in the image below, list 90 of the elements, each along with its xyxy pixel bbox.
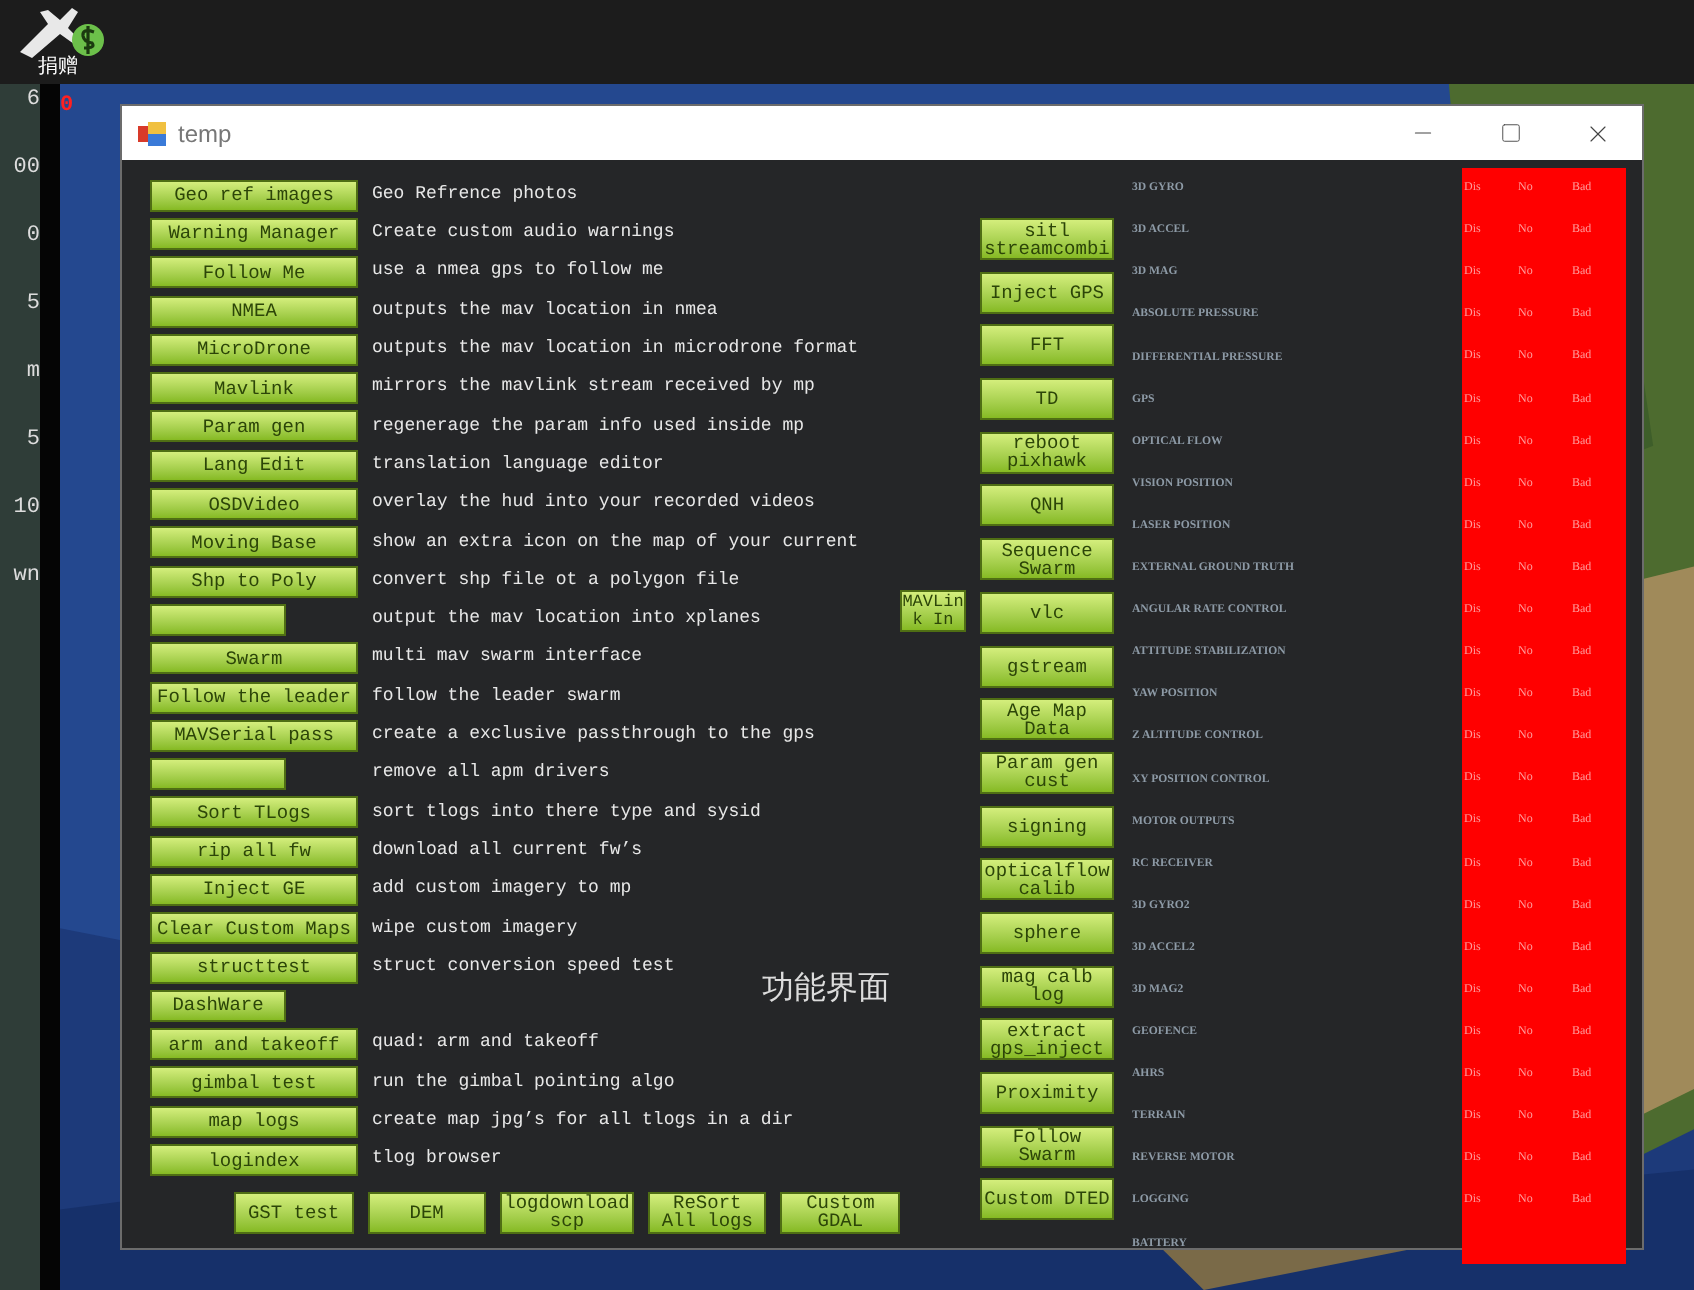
- tool-description: mirrors the mavlink stream received by mp: [372, 374, 815, 401]
- tool-description: convert shp file ot a polygon file: [372, 567, 740, 594]
- hud-reading: 10: [13, 496, 40, 520]
- tool-description: download all current fw’s: [372, 837, 643, 864]
- tool-button[interactable]: logdownload scp: [500, 1191, 634, 1234]
- tool-button[interactable]: gimbal test: [150, 1066, 358, 1099]
- tool-description: follow the leader swarm: [372, 683, 621, 710]
- tool-button[interactable]: reboot pixhawk: [980, 431, 1114, 474]
- tool-button[interactable]: NMEA: [150, 295, 358, 328]
- tool-button[interactable]: extract gps_inject: [980, 1018, 1114, 1061]
- tool-description: outputs the mav location in nmea: [372, 297, 718, 324]
- tool-button[interactable]: OSDVideo: [150, 488, 358, 521]
- tool-description: outputs the mav location in microdrone format: [372, 336, 859, 363]
- tool-button[interactable]: Lang Edit: [150, 449, 358, 482]
- hud-reading: 5: [26, 428, 40, 452]
- tool-button[interactable]: Custom DTED: [980, 1178, 1114, 1221]
- tool-button[interactable]: Custom GDAL: [780, 1191, 900, 1234]
- tool-button[interactable]: DEM: [367, 1191, 487, 1234]
- tool-description: use a nmea gps to follow me: [372, 258, 664, 285]
- tool-button[interactable]: Inject GPS: [980, 271, 1114, 314]
- tool-button[interactable]: Param gen cust: [980, 751, 1114, 794]
- tool-button[interactable]: mag calb log: [980, 965, 1114, 1008]
- hud-reading: 0: [26, 224, 40, 248]
- tool-button[interactable]: Age Map Data: [980, 698, 1114, 741]
- tool-button[interactable]: DashWare: [150, 989, 286, 1022]
- tool-button[interactable]: TD: [980, 378, 1114, 421]
- tool-description: output the mav location into xplanes: [372, 606, 761, 633]
- tool-description: translation language editor: [372, 451, 664, 478]
- hud-reading: 6: [26, 88, 40, 112]
- tool-description: multi mav swarm interface: [372, 644, 643, 671]
- tool-button[interactable]: MAVSerial pass: [150, 719, 358, 752]
- tool-description: tlog browser: [372, 1146, 502, 1173]
- maximize-icon: [1499, 122, 1521, 144]
- tool-button[interactable]: sitl streamcombi: [980, 218, 1114, 260]
- tool-button[interactable]: Follow Swarm: [980, 1125, 1114, 1168]
- tool-button[interactable]: gstream: [980, 645, 1114, 687]
- tool-button[interactable]: logindex: [150, 1144, 358, 1177]
- tool-button[interactable]: arm and takeoff: [150, 1028, 358, 1061]
- tool-button[interactable]: Follow Me: [150, 256, 358, 289]
- tool-button[interactable]: map logs: [150, 1105, 358, 1138]
- tool-button[interactable]: signing: [980, 805, 1114, 848]
- tool-button[interactable]: Mavlink: [150, 372, 358, 405]
- tool-button[interactable]: Proximity: [980, 1072, 1114, 1114]
- tool-button[interactable]: Follow the leader: [150, 681, 358, 713]
- tool-description: create map jpg’s for all tlogs in a dir: [372, 1108, 794, 1135]
- tool-button[interactable]: Shp to Poly: [150, 565, 358, 598]
- tool-description: Geo Refrence photos: [372, 181, 578, 208]
- tool-button[interactable]: QNH: [980, 484, 1114, 527]
- tool-button[interactable]: MicroDrone: [150, 333, 358, 366]
- tool-button[interactable]: Sort TLogs: [150, 796, 358, 829]
- hud-reading: 5: [26, 292, 40, 316]
- tool-description: show an extra icon on the map of your current: [372, 529, 859, 556]
- caption: 功能界面: [762, 966, 890, 1010]
- hud-value: 0: [60, 94, 74, 118]
- tool-description: wipe custom imagery: [372, 915, 578, 942]
- tool-button[interactable]: sphere: [980, 911, 1114, 954]
- window-title: temp: [178, 117, 232, 151]
- hud-reading: 00: [13, 156, 40, 180]
- tool-button[interactable]: ReSort All logs: [647, 1191, 767, 1234]
- tool-button[interactable]: Param gen: [150, 410, 358, 443]
- tool-description: run the gimbal pointing algo: [372, 1069, 675, 1096]
- app-icon: [138, 121, 166, 145]
- tool-button[interactable]: rip all fw: [150, 835, 358, 868]
- tool-button[interactable]: FFT: [980, 324, 1114, 367]
- tool-button[interactable]: Inject GE: [150, 873, 358, 906]
- tool-button[interactable]: Clear Custom Maps: [150, 912, 358, 945]
- tool-button[interactable]: Moving Base: [150, 526, 358, 559]
- donate-label: 捐赠: [38, 60, 78, 80]
- tool-button[interactable]: [150, 603, 286, 636]
- tool-button[interactable]: vlc: [980, 591, 1114, 634]
- tool-button[interactable]: structtest: [150, 951, 358, 984]
- tool-description: remove all apm drivers: [372, 760, 610, 787]
- tool-description: sort tlogs into there type and sysid: [372, 799, 761, 826]
- tool-description: quad: arm and takeoff: [372, 1030, 599, 1057]
- tool-button[interactable]: opticalflow calib: [980, 858, 1114, 901]
- hud-reading: wn: [13, 564, 40, 588]
- tool-button[interactable]: Warning Manager: [150, 217, 358, 250]
- tool-description: regenerage the param info used inside mp: [372, 413, 805, 440]
- mavlink-in-button[interactable]: MAVLink In: [900, 590, 966, 632]
- tool-button[interactable]: Swarm: [150, 642, 358, 675]
- tool-button[interactable]: GST test: [234, 1191, 354, 1234]
- tool-button[interactable]: [150, 758, 286, 791]
- tool-description: create a exclusive passthrough to the gps: [372, 722, 815, 749]
- tool-button[interactable]: Geo ref images: [150, 179, 358, 212]
- hud-reading: m: [26, 360, 40, 384]
- tool-description: overlay the hud into your recorded videos: [372, 490, 815, 517]
- tool-description: Create custom audio warnings: [372, 220, 675, 247]
- tool-description: struct conversion speed test: [372, 953, 675, 980]
- tool-description: add custom imagery to mp: [372, 876, 632, 903]
- tool-button[interactable]: Sequence Swarm: [980, 538, 1114, 581]
